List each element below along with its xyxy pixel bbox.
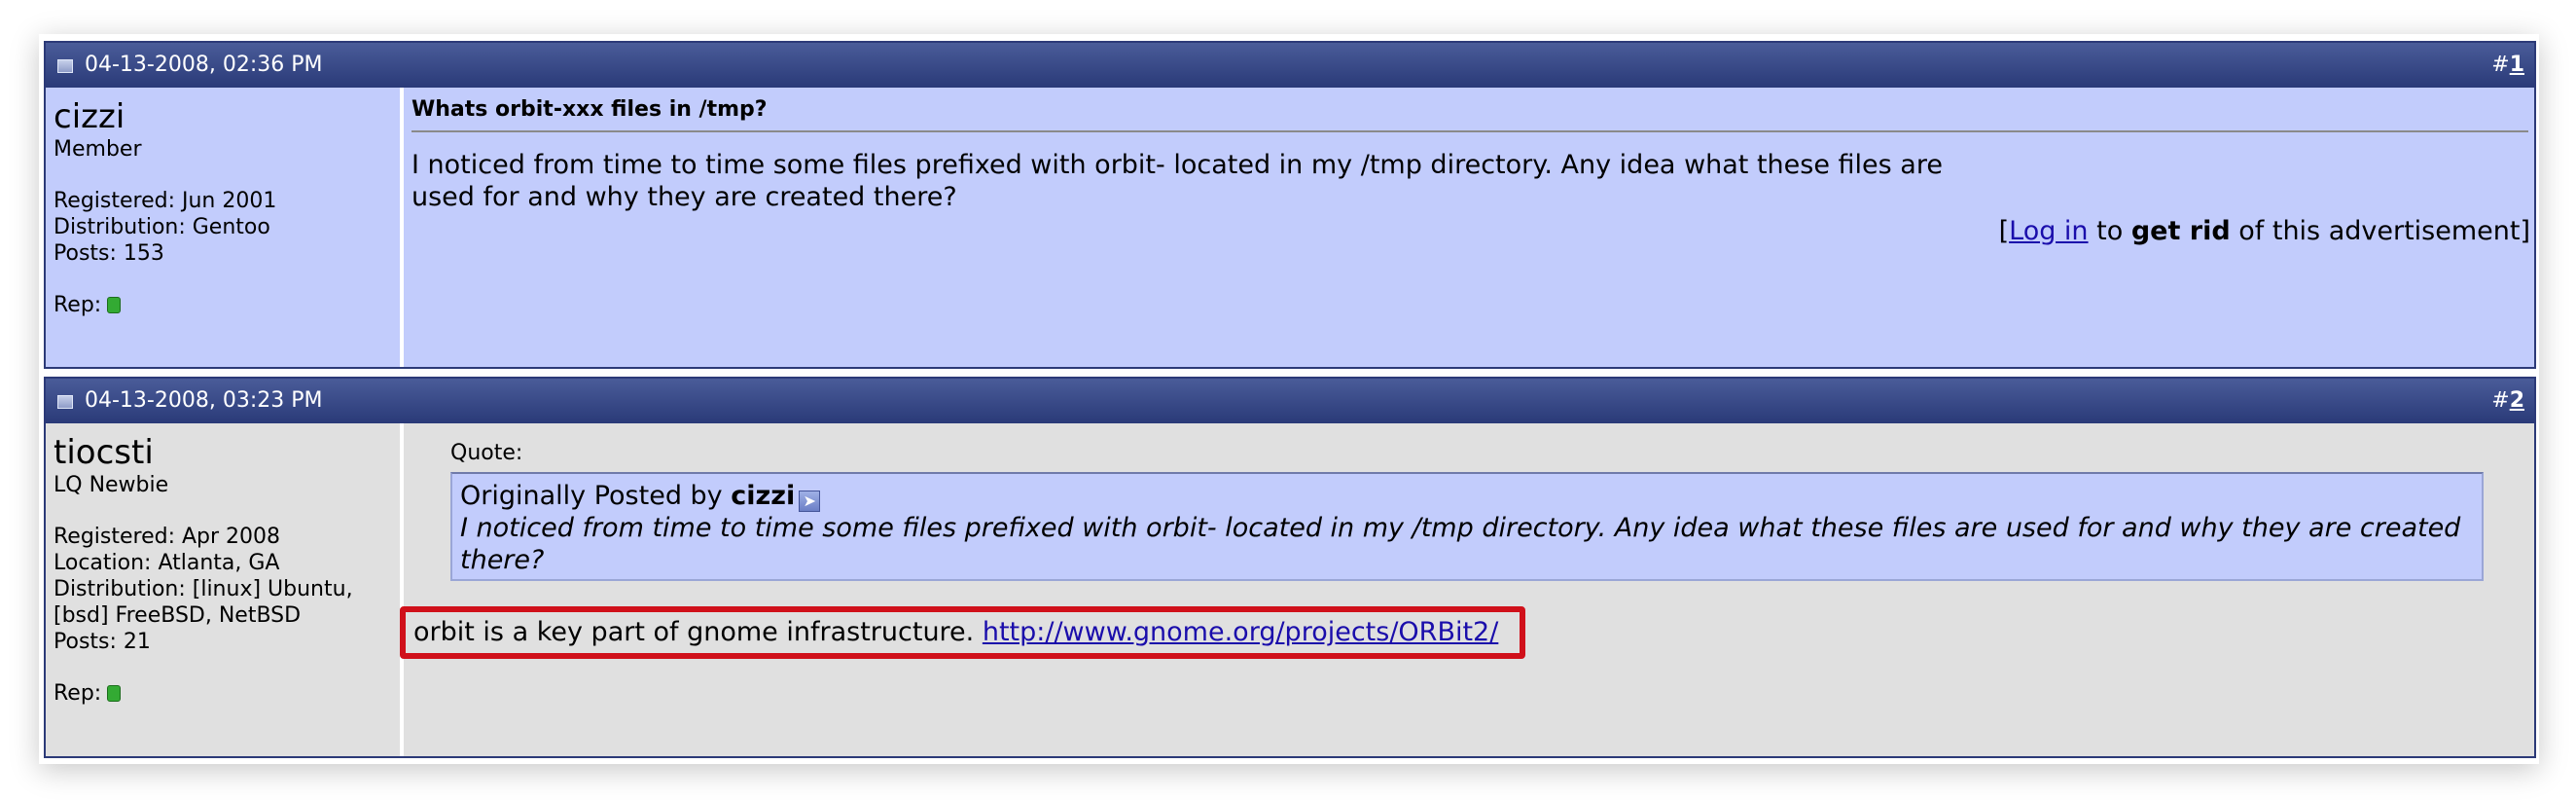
user-stat: Registered: Jun 2001 [54,189,277,213]
reply-text: orbit is a key part of gnome infrastruct… [413,617,983,647]
user-stat: Distribution: Gentoo [54,215,270,239]
reputation: Rep: [54,292,400,318]
post-date: 04-13-2008, 02:36 PM [85,53,323,77]
login-link[interactable]: Log in [2009,216,2088,246]
advertisement-notice: [Log in to get rid of this advertisement… [1999,216,2530,246]
quote-posted-by: Originally Posted by [460,481,732,511]
user-stat: [bsd] FreeBSD, NetBSD [54,603,302,628]
highlighted-reply: orbit is a key part of gnome infrastruct… [400,606,1525,659]
post-date: 04-13-2008, 03:23 PM [85,388,323,413]
ad-text: to [2088,216,2131,246]
username-link[interactable]: cizzi [54,97,400,136]
user-stat: Posts: 21 [54,630,151,654]
post-message: I noticed from time to time some files p… [411,150,1943,212]
post-title: Whats orbit-xxx files in /tmp? [411,97,768,122]
user-stat: Distribution: [linux] Ubuntu, [54,577,353,601]
reputation-icon [107,685,122,702]
reputation: Rep: [54,680,400,707]
rep-label: Rep: [54,681,102,706]
post-content: Quote: Originally Posted by cizzi ➤ I not… [400,423,2534,756]
ad-emphasis: get rid [2130,216,2231,246]
post-1: 04-13-2008, 02:36 PM #1 cizzi Member Reg… [44,41,2536,369]
post-permalink[interactable]: 1 [2510,53,2524,77]
user-info: tiocsti LQ Newbie Registered: Apr 2008 L… [46,423,402,756]
post-icon [57,59,73,73]
post-number: #2 [2491,379,2524,423]
post-header: 04-13-2008, 03:23 PM #2 [46,379,2534,423]
post-number: #1 [2491,43,2524,88]
rep-label: Rep: [54,293,102,317]
user-title: Member [54,137,142,162]
user-stat: Registered: Apr 2008 [54,525,281,549]
quote-text: I noticed from time to time some files p… [460,513,2461,575]
post-number-prefix: # [2491,388,2510,413]
post-header: 04-13-2008, 02:36 PM #1 [46,43,2534,88]
user-stat: Posts: 153 [54,241,164,266]
post-icon [57,395,73,409]
reputation-icon [107,297,122,313]
user-info: cizzi Member Registered: Jun 2001 Distri… [46,88,402,367]
orbit2-link[interactable]: http://www.gnome.org/projects/ORBit2/ [983,617,1498,647]
quote-author: cizzi [731,481,796,511]
username-link[interactable]: tiocsti [54,433,400,472]
divider [411,130,2528,132]
post-permalink[interactable]: 2 [2510,388,2524,413]
ad-bracket: [ [1998,216,2010,246]
quote-label: Quote: [450,441,523,465]
ad-text: of this advertisement] [2230,216,2530,246]
post-2: 04-13-2008, 03:23 PM #2 tiocsti LQ Newbi… [44,377,2536,758]
post-content: Whats orbit-xxx files in /tmp? I noticed… [404,88,2534,367]
view-post-icon[interactable]: ➤ [799,491,821,512]
user-title: LQ Newbie [54,473,169,497]
user-stat: Location: Atlanta, GA [54,551,280,575]
post-number-prefix: # [2491,53,2510,77]
quote-box: Originally Posted by cizzi ➤ I noticed fr… [450,472,2484,581]
